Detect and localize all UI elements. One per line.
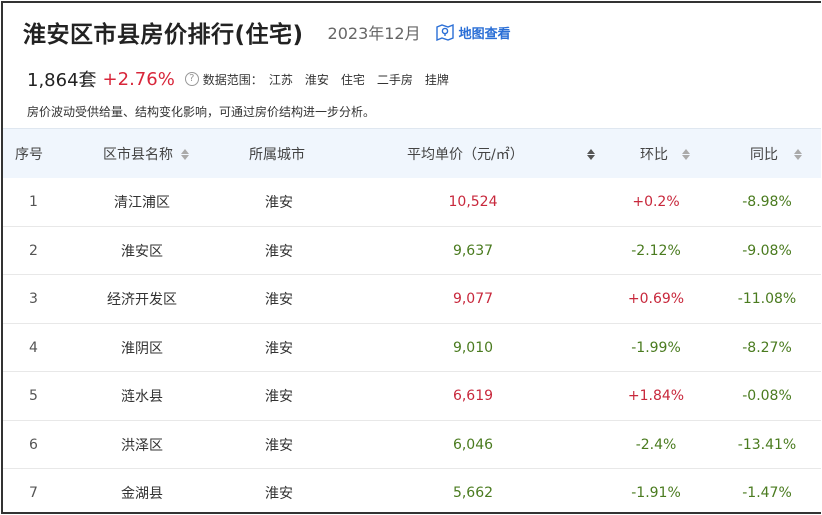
scope-label: 数据范围： [202, 72, 263, 87]
info-note: 房价波动受供给量、结构变化影响，可通过房价结构进一步分析。 [27, 105, 376, 119]
sort-icon[interactable] [682, 148, 690, 160]
col-price-header[interactable]: 平均单价（元/㎡） [407, 129, 524, 179]
help-icon[interactable]: ? [184, 72, 199, 86]
sort-icon[interactable] [794, 148, 802, 160]
yoy-change: -8.98% [742, 194, 792, 210]
yoy-change: -9.08% [742, 242, 792, 259]
map-view-label: 地图查看 [458, 26, 511, 42]
col-mom-header[interactable]: 环比 [640, 129, 690, 179]
yoy-change: -8.27% [742, 339, 792, 356]
sort-icon[interactable] [181, 148, 189, 160]
table-row[interactable]: 3 经济开发区 淮安 9,077 +0.69% -11.08% [3, 275, 821, 324]
yoy-change: -11.08% [737, 291, 797, 307]
table-header: 序号 区市县名称 所属城市 平均单价（元/㎡） 环比 同比 [3, 128, 821, 178]
yoy-change: -1.47% [742, 485, 792, 501]
page-frame: 淮安区市县房价排行(住宅) 2023年12月 地图查看 1,864套 +2.76… [1, 1, 821, 514]
page-title: 淮安区市县房价排行(住宅) [23, 22, 304, 48]
map-view-link[interactable]: 地图查看 [435, 23, 511, 42]
summary-row: 1,864套 +2.76% ? 数据范围： 江苏 淮安 住宅 二手房 挂牌 [27, 66, 449, 92]
date-label[interactable]: 2023年12月 [328, 20, 421, 44]
table-row[interactable]: 7 金湖县 淮安 5,662 -1.91% -1.47% [3, 469, 821, 512]
table-row[interactable]: 5 涟水县 淮安 6,619 +1.84% -0.08% [3, 372, 821, 421]
table-body: 1 清江浦区 淮安 10,524 +0.2% -8.98% 2 淮安区 淮安 9… [3, 178, 821, 512]
yoy-change: -0.08% [742, 388, 792, 404]
col-name-header[interactable]: 区市县名称 [103, 129, 189, 179]
yoy-change: -13.41% [737, 436, 797, 453]
table-row[interactable]: 4 淮阴区 淮安 9,010 -1.99% -8.27% [3, 324, 821, 372]
map-pin-icon [435, 23, 454, 41]
scope-tag-city: 淮安 [304, 72, 329, 87]
col-index-header: 序号 [15, 147, 43, 163]
table-row[interactable]: 2 淮安区 淮安 9,637 -2.12% -9.08% [3, 227, 821, 275]
col-city-header: 所属城市 [249, 147, 305, 163]
overall-change: +2.76% [102, 68, 175, 90]
title-row: 淮安区市县房价排行(住宅) 2023年12月 地图查看 [23, 15, 511, 49]
scope-tag-province: 江苏 [268, 72, 293, 87]
scope-tag-type: 住宅 [340, 72, 365, 87]
listing-count: 1,864套 [27, 70, 97, 91]
col-yoy-header[interactable]: 同比 [750, 129, 802, 179]
scope-tag-source: 挂牌 [424, 72, 449, 87]
table-row[interactable]: 1 清江浦区 淮安 10,524 +0.2% -8.98% [3, 178, 821, 227]
price-sort-icon[interactable] [587, 129, 595, 179]
table-row[interactable]: 6 洪泽区 淮安 6,046 -2.4% -13.41% [3, 421, 821, 469]
scope-tag-market: 二手房 [376, 72, 413, 87]
ranking-table: 序号 区市县名称 所属城市 平均单价（元/㎡） 环比 同比 1 清江浦区 淮安 … [3, 128, 821, 512]
